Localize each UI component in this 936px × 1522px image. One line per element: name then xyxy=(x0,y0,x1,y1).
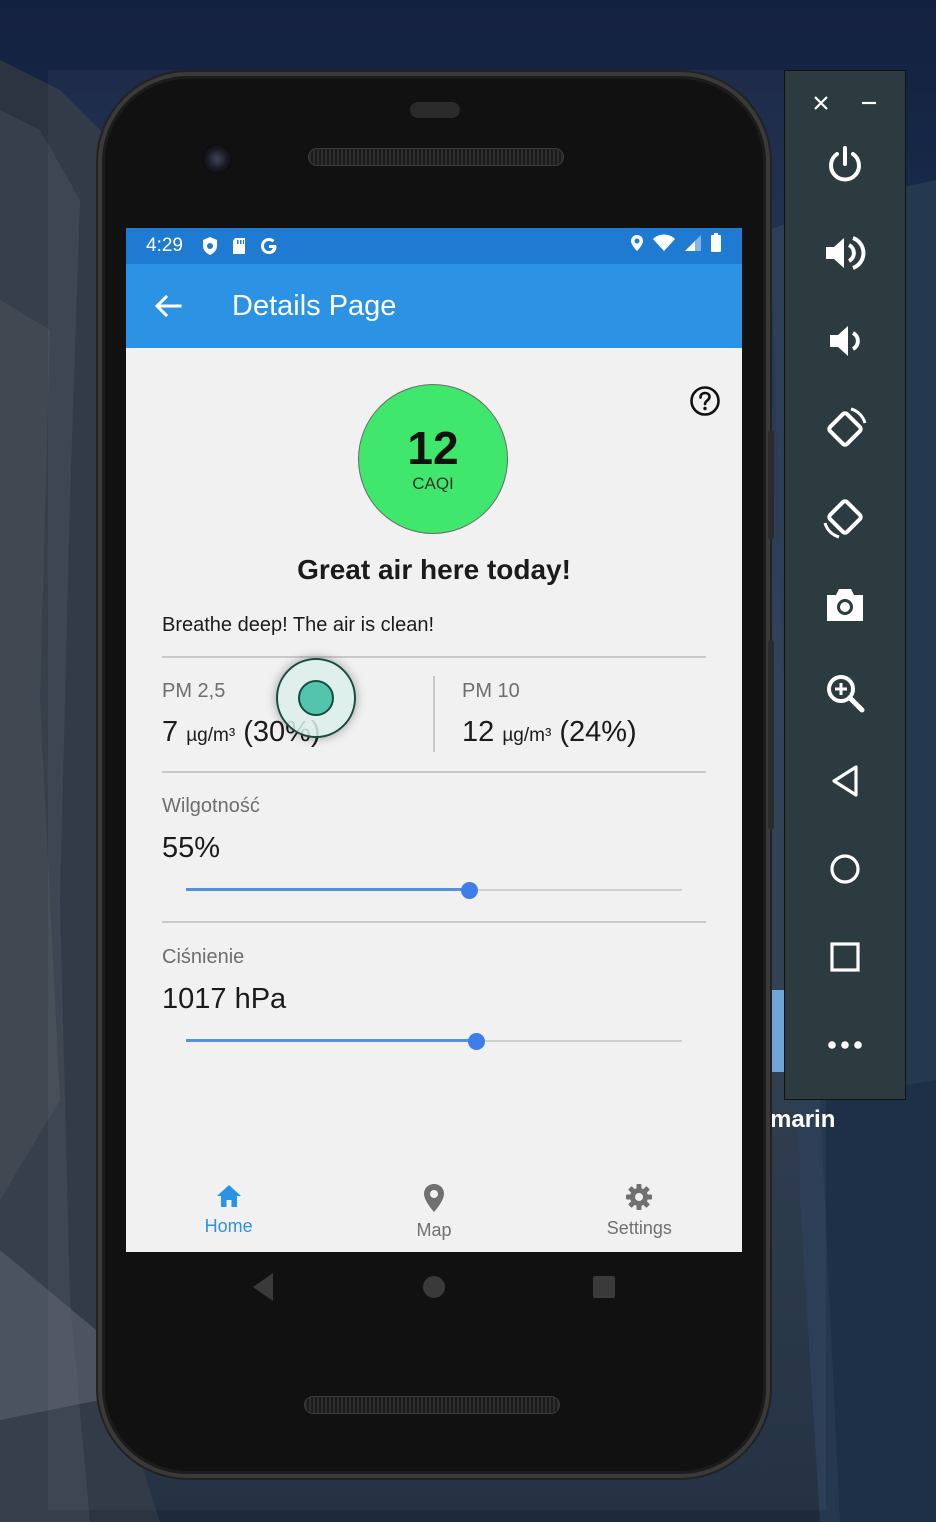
android-overview-button[interactable] xyxy=(592,1270,616,1304)
arrow-left-icon xyxy=(154,294,182,318)
status-time: 4:29 xyxy=(146,235,183,256)
overview-button[interactable] xyxy=(821,933,869,981)
side-power-button xyxy=(768,430,774,540)
home-button[interactable] xyxy=(821,845,869,893)
slider-thumb[interactable] xyxy=(468,1033,486,1050)
bottom-navigation: Home Map Settings xyxy=(126,1168,742,1252)
side-volume-button xyxy=(768,640,774,830)
camera-icon xyxy=(827,589,863,621)
more-icon xyxy=(828,1041,862,1049)
nav-settings[interactable]: Settings xyxy=(537,1168,742,1252)
pm10-unit: µg/m³ xyxy=(502,725,552,746)
touch-indicator xyxy=(276,658,356,738)
close-icon[interactable] xyxy=(811,93,831,113)
volume-up-icon xyxy=(826,236,866,270)
divider xyxy=(162,771,706,773)
desktop-label: marin xyxy=(770,1106,836,1133)
pressure-value: 1017 hPa xyxy=(162,983,287,1015)
pm25-number: 7 xyxy=(162,716,179,748)
pm-vertical-divider xyxy=(433,676,435,752)
slider-fill xyxy=(186,1039,477,1042)
earpiece-notch xyxy=(410,102,460,118)
nav-map[interactable]: Map xyxy=(331,1168,536,1252)
minimize-icon[interactable] xyxy=(859,93,879,113)
pm10-number: 12 xyxy=(462,716,495,748)
overview-icon xyxy=(830,942,860,972)
slider-thumb[interactable] xyxy=(460,882,478,899)
caqi-indicator: 12 CAQI xyxy=(358,384,508,534)
pm10-value: 12 µg/m³ (24%) xyxy=(462,716,637,749)
location-icon xyxy=(630,234,644,258)
air-quality-description: Breathe deep! The air is clean! xyxy=(162,614,435,636)
pressure-label: Ciśnienie xyxy=(162,946,245,968)
bottom-speaker xyxy=(304,1396,560,1414)
wifi-icon xyxy=(652,234,676,258)
nav-settings-label: Settings xyxy=(606,1218,672,1238)
zoom-button[interactable] xyxy=(821,669,869,717)
home-icon xyxy=(216,1185,241,1207)
rotate-left-icon xyxy=(827,407,867,447)
back-icon xyxy=(832,765,858,797)
screenshot-button[interactable] xyxy=(821,581,869,629)
power-icon xyxy=(829,146,861,182)
pm25-unit: µg/m³ xyxy=(186,725,236,746)
volume-down-icon xyxy=(830,326,860,356)
battery-icon xyxy=(710,233,722,259)
pm25-label: PM 2,5 xyxy=(162,680,226,702)
back-button[interactable] xyxy=(821,757,869,805)
pm10-percent: (24%) xyxy=(559,716,637,748)
google-icon xyxy=(259,236,279,256)
back-arrow-button[interactable] xyxy=(150,288,186,324)
pm10-label: PM 10 xyxy=(462,680,520,702)
desktop-window-edge xyxy=(770,990,784,1072)
volume-up-button[interactable] xyxy=(821,229,869,277)
top-speaker xyxy=(308,148,564,166)
power-button[interactable] xyxy=(821,141,869,189)
signal-icon xyxy=(684,234,702,258)
more-button[interactable] xyxy=(821,1021,869,1069)
humidity-label: Wilgotność xyxy=(162,795,260,817)
zoom-icon xyxy=(827,675,865,713)
volume-down-button[interactable] xyxy=(821,317,869,365)
sd-card-icon xyxy=(231,237,247,255)
app-bar: Details Page xyxy=(126,264,742,348)
nav-home-label: Home xyxy=(204,1216,253,1236)
nav-home[interactable]: Home xyxy=(126,1168,331,1252)
map-pin-icon xyxy=(423,1184,444,1212)
nav-map-label: Map xyxy=(416,1220,452,1240)
humidity-value: 55% xyxy=(162,832,221,864)
rotate-right-button[interactable] xyxy=(821,493,869,541)
slider-fill xyxy=(186,888,469,891)
caqi-value: 12 xyxy=(407,422,459,474)
details-content: 12 CAQI Great air here today! Breathe de… xyxy=(126,348,742,1168)
status-bar: 4:29 xyxy=(126,228,742,264)
humidity-slider[interactable] xyxy=(186,880,682,900)
divider xyxy=(162,921,706,923)
rotate-left-button[interactable] xyxy=(821,405,869,453)
divider xyxy=(162,656,706,658)
gear-icon xyxy=(626,1184,653,1210)
touch-indicator-dot xyxy=(298,680,334,716)
question-circle-icon xyxy=(690,386,720,416)
air-quality-headline: Great air here today! xyxy=(297,554,571,585)
shield-icon xyxy=(201,236,219,256)
android-home-button[interactable] xyxy=(422,1270,446,1304)
android-back-button[interactable] xyxy=(250,1270,276,1304)
help-button[interactable] xyxy=(688,384,722,418)
page-title: Details Page xyxy=(232,289,397,322)
caqi-label: CAQI xyxy=(412,474,454,493)
phone-screen: 4:29 Details Page 12 CAQI Great air here… xyxy=(126,228,742,1252)
home-circle-icon xyxy=(830,854,860,884)
emulator-toolbar xyxy=(784,70,906,1100)
front-camera xyxy=(202,144,232,174)
pressure-slider[interactable] xyxy=(186,1031,682,1051)
rotate-right-icon xyxy=(823,499,863,539)
